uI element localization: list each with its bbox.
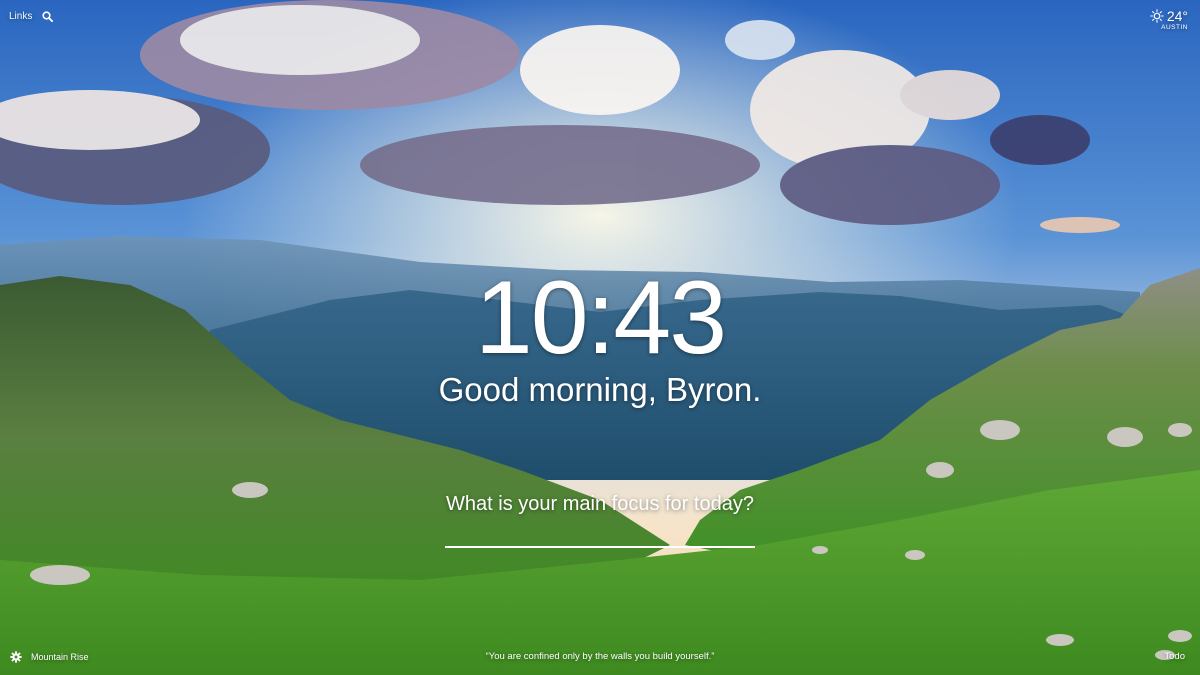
dashboard: Links 24° AUSTIN 10:43 Good morning, Byr… — [0, 0, 1200, 675]
clock: 10:43 — [474, 260, 727, 376]
weather-location: AUSTIN — [1161, 24, 1188, 31]
weather-row: 24° — [1150, 8, 1188, 24]
temperature: 24° — [1166, 8, 1188, 24]
quote: “You are confined only by the walls you … — [485, 651, 715, 662]
weather-widget[interactable]: 24° AUSTIN — [1150, 8, 1188, 31]
focus-input[interactable] — [445, 520, 755, 548]
links-button[interactable]: Links — [9, 11, 32, 22]
focus-question: What is your main focus for today? — [446, 493, 754, 515]
greeting: Good morning, Byron. — [438, 371, 762, 408]
sun-icon — [1150, 9, 1164, 23]
search-icon[interactable] — [42, 11, 54, 23]
top-left-bar: Links — [9, 11, 54, 23]
todo-button[interactable]: Todo — [1164, 651, 1185, 662]
